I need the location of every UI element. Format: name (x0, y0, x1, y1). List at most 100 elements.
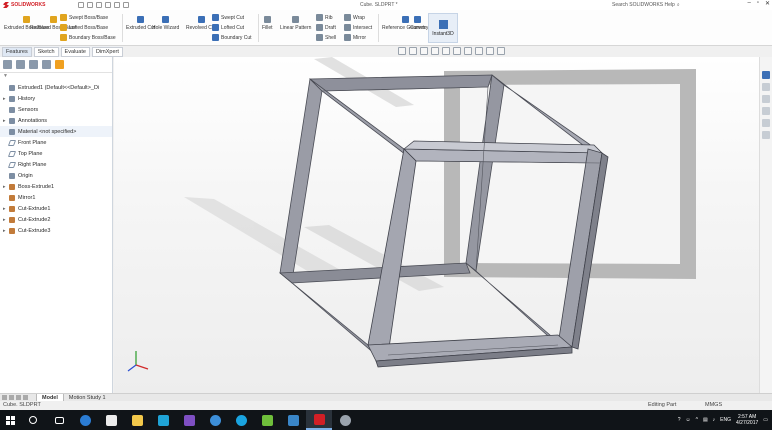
view-palette-icon[interactable] (762, 107, 770, 115)
mirror-button[interactable]: Mirror (344, 34, 366, 41)
minimize-button[interactable]: – (747, 0, 750, 7)
taskbar-explorer[interactable] (124, 410, 150, 430)
draft-button[interactable]: Draft (316, 24, 336, 31)
display-manager-icon[interactable] (55, 60, 64, 69)
swept-boss-button[interactable]: Swept Boss/Base (60, 14, 108, 21)
lofted-cut-button[interactable]: Lofted Cut (212, 24, 244, 31)
appearance-icon[interactable] (475, 47, 483, 55)
hole-wizard-button[interactable]: Hole Wizard (152, 16, 179, 31)
status-units[interactable]: MMGS (705, 402, 722, 408)
people-icon[interactable]: ☺ (685, 417, 690, 423)
taskbar-onenote[interactable] (280, 410, 306, 430)
tree-item[interactable]: Extruded1 (Default<<Default>_Di (0, 82, 112, 93)
prev-tab-icon[interactable] (9, 395, 14, 400)
cube-frame-model[interactable] (114, 57, 759, 393)
taskbar-skype[interactable] (228, 410, 254, 430)
fillet-button[interactable]: Fillet (262, 16, 273, 31)
start-button[interactable] (0, 410, 20, 430)
taskbar-app-check[interactable] (150, 410, 176, 430)
zoom-area-icon[interactable] (409, 47, 417, 55)
tree-item[interactable]: ▸ History (0, 93, 112, 104)
dimxpert-manager-icon[interactable] (42, 60, 51, 69)
scene-icon[interactable] (486, 47, 494, 55)
taskbar-edge[interactable] (72, 410, 98, 430)
tree-item[interactable]: Right Plane (0, 159, 112, 170)
language-indicator[interactable]: ENG (720, 417, 731, 423)
select-icon[interactable] (123, 2, 129, 8)
expand-icon[interactable]: ▸ (3, 228, 8, 234)
expand-icon[interactable]: ▸ (3, 118, 8, 124)
boundary-boss-button[interactable]: Boundary Boss/Base (60, 34, 116, 41)
expand-icon[interactable]: ▸ (3, 217, 8, 223)
print-icon[interactable] (105, 2, 111, 8)
search-icon[interactable]: ⌕ (677, 2, 680, 8)
design-library-icon[interactable] (762, 83, 770, 91)
view-settings-icon[interactable] (497, 47, 505, 55)
swept-cut-button[interactable]: Swept Cut (212, 14, 244, 21)
expand-icon[interactable]: ▸ (3, 96, 8, 102)
taskbar-task-view[interactable] (46, 410, 72, 430)
first-tab-icon[interactable] (2, 395, 7, 400)
appearances-icon[interactable] (762, 119, 770, 127)
shell-button[interactable]: Shell (316, 34, 336, 41)
tree-item[interactable]: ▸ Boss-Extrude1 (0, 181, 112, 192)
rib-button[interactable]: Rib (316, 14, 333, 21)
section-view-icon[interactable] (431, 47, 439, 55)
tree-item[interactable]: Top Plane (0, 148, 112, 159)
feature-manager-tree-icon[interactable] (3, 60, 12, 69)
tree-item[interactable]: Front Plane (0, 137, 112, 148)
save-icon[interactable] (96, 2, 102, 8)
tree-item[interactable]: ▸ Annotations (0, 115, 112, 126)
solidworks-resources-icon[interactable] (762, 71, 770, 79)
tree-filter-icon[interactable]: ▼ (0, 73, 112, 82)
tree-item[interactable]: Origin (0, 170, 112, 181)
tab-dimxpert[interactable]: DimXpert (91, 46, 123, 57)
notifications-icon[interactable]: ▭ (763, 417, 768, 423)
extruded-cut-button[interactable]: Extruded Cut (126, 16, 155, 31)
curves-button[interactable]: Curves (410, 16, 426, 31)
new-icon[interactable] (78, 2, 84, 8)
network-icon[interactable]: ▤ (703, 417, 708, 423)
taskbar-settings[interactable] (202, 410, 228, 430)
last-tab-icon[interactable] (23, 395, 28, 400)
custom-properties-icon[interactable] (762, 131, 770, 139)
intersect-button[interactable]: Intersect (344, 24, 372, 31)
tab-features[interactable]: Features (2, 46, 32, 57)
volume-icon[interactable]: ♪ (713, 417, 716, 423)
help-search[interactable]: Search SOLIDWORKS Help ⌕ (612, 1, 682, 9)
expand-icon[interactable]: ▸ (3, 184, 8, 190)
taskbar-solidworks[interactable] (306, 410, 332, 430)
hide-show-icon[interactable] (464, 47, 472, 55)
zoom-to-fit-icon[interactable] (398, 47, 406, 55)
taskbar-app-misc[interactable] (332, 410, 358, 430)
tree-item[interactable]: ▸ Cut-Extrude3 (0, 225, 112, 236)
undo-icon[interactable] (114, 2, 120, 8)
tab-evaluate[interactable]: Evaluate (60, 46, 90, 57)
next-tab-icon[interactable] (16, 395, 21, 400)
open-icon[interactable] (87, 2, 93, 8)
restore-button[interactable]: ▫ (757, 0, 759, 7)
close-button[interactable]: ✕ (765, 0, 770, 7)
file-explorer-icon[interactable] (762, 95, 770, 103)
lofted-boss-button[interactable]: Lofted Boss/Base (60, 24, 108, 31)
taskbar-app-green[interactable] (254, 410, 280, 430)
display-style-icon[interactable] (453, 47, 461, 55)
instant3d-button[interactable]: Instant3D (428, 13, 458, 43)
view-orientation-icon[interactable] (442, 47, 450, 55)
linear-pattern-button[interactable]: Linear Pattern (280, 16, 311, 31)
chevron-up-icon[interactable]: ^ (696, 417, 698, 423)
tree-item[interactable]: Material <not specified> (0, 126, 112, 137)
property-manager-icon[interactable] (16, 60, 25, 69)
tree-item[interactable]: Mirror1 (0, 192, 112, 203)
boundary-cut-button[interactable]: Boundary Cut (212, 34, 252, 41)
taskbar-visual-studio[interactable] (176, 410, 202, 430)
tree-item[interactable]: ▸ Cut-Extrude2 (0, 214, 112, 225)
previous-view-icon[interactable] (420, 47, 428, 55)
tab-sketch[interactable]: Sketch (33, 46, 59, 57)
clock[interactable]: 2:57 AM 4/27/2017 (736, 414, 758, 426)
graphics-area[interactable] (114, 57, 759, 393)
configuration-manager-icon[interactable] (29, 60, 38, 69)
taskbar-store[interactable] (98, 410, 124, 430)
help-icon[interactable]: ? (678, 417, 681, 423)
tree-item[interactable]: Sensors (0, 104, 112, 115)
